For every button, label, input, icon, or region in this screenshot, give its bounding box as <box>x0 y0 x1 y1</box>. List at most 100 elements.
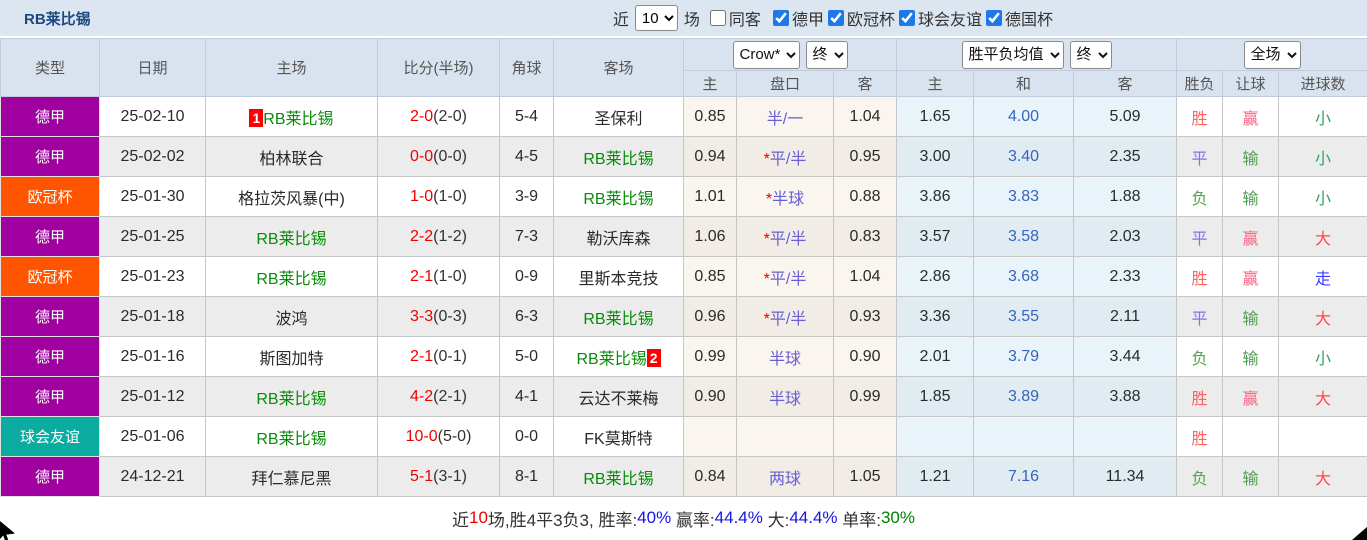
cell-avg-home <box>897 417 974 457</box>
cell-goals <box>1279 417 1367 457</box>
cell-away-team: RB莱比锡 <box>554 297 684 337</box>
cell-avg-home: 3.00 <box>897 137 974 177</box>
cell-avg-draw: 4.00 <box>974 97 1074 137</box>
score-fulltime: 2-0 <box>410 108 433 125</box>
avg-type-select[interactable]: 胜平负均值 <box>962 41 1064 69</box>
cell-competition-type: 欧冠杯 <box>1 177 100 217</box>
team-name: FK莫斯特 <box>584 431 652 448</box>
cell-score: 2-2(1-2) <box>378 217 500 257</box>
col-header-score: 比分(半场) <box>378 39 500 97</box>
summary-segment: 近 <box>452 506 469 531</box>
cell-avg-home: 1.85 <box>897 377 974 417</box>
filter-德甲: 德甲 <box>773 6 824 30</box>
cell-competition-type: 德甲 <box>1 217 100 257</box>
cell-competition-type: 德甲 <box>1 337 100 377</box>
cell-odds-away: 1.04 <box>834 97 897 137</box>
recent-count-select[interactable]: 10 <box>635 5 678 31</box>
handicap-value: 半球 <box>769 391 801 408</box>
handicap-value: 半/一 <box>767 111 803 128</box>
cell-corners: 5-0 <box>500 337 554 377</box>
cell-avg-away <box>1074 417 1177 457</box>
cell-result: 胜 <box>1177 377 1223 417</box>
subheader-odds-home: 主 <box>684 71 737 97</box>
cell-away-team: 圣保利 <box>554 97 684 137</box>
score-halftime: (5-0) <box>438 428 472 445</box>
filter-checkbox[interactable] <box>773 10 789 26</box>
cell-letgoal: 赢 <box>1223 377 1279 417</box>
filter-checkbox[interactable] <box>899 10 915 26</box>
score-halftime: (1-2) <box>433 228 467 245</box>
cell-competition-type: 德甲 <box>1 457 100 497</box>
filter-label: 球会友谊 <box>918 6 982 30</box>
odds-company-select[interactable]: Crow* <box>733 41 800 69</box>
summary-segment: 单率: <box>838 506 881 531</box>
cell-date: 25-01-23 <box>100 257 206 297</box>
score-halftime: (0-0) <box>433 148 467 165</box>
cell-date: 25-01-16 <box>100 337 206 377</box>
cell-odds-away: 0.88 <box>834 177 897 217</box>
cell-avg-away: 5.09 <box>1074 97 1177 137</box>
handicap-value: 两球 <box>769 471 801 488</box>
team-name: RB莱比锡 <box>256 231 326 248</box>
cell-score: 10-0(5-0) <box>378 417 500 457</box>
cell-result: 负 <box>1177 177 1223 217</box>
score-fulltime: 2-1 <box>410 348 433 365</box>
cell-home-team: 格拉茨风暴(中) <box>206 177 378 217</box>
cell-result: 平 <box>1177 217 1223 257</box>
fullmatch-select[interactable]: 全场 <box>1244 41 1301 69</box>
cell-goals: 大 <box>1279 297 1367 337</box>
cell-score: 0-0(0-0) <box>378 137 500 177</box>
subheader-odds-handicap: 盘口 <box>737 71 834 97</box>
cell-avg-home: 1.21 <box>897 457 974 497</box>
cell-home-team: 1RB莱比锡 <box>206 97 378 137</box>
cell-corners: 7-3 <box>500 217 554 257</box>
filter-list: 同客德甲欧冠杯球会友谊德国杯 <box>706 6 1053 31</box>
cell-handicap: *平/半 <box>737 217 834 257</box>
score-fulltime: 3-3 <box>410 308 433 325</box>
cell-result: 胜 <box>1177 417 1223 457</box>
cell-odds-away <box>834 417 897 457</box>
cell-avg-away: 3.44 <box>1074 337 1177 377</box>
match-history-page: RB莱比锡 近 10 场 同客德甲欧冠杯球会友谊德国杯 类型 日期 主场 比分(… <box>0 0 1367 540</box>
games-label: 场 <box>684 6 700 30</box>
cell-odds-home: 0.99 <box>684 337 737 377</box>
col-header-away: 客场 <box>554 39 684 97</box>
cell-avg-away: 2.03 <box>1074 217 1177 257</box>
cell-home-team: RB莱比锡 <box>206 257 378 297</box>
odds-final-select[interactable]: 终 <box>806 41 848 69</box>
cell-goals: 大 <box>1279 217 1367 257</box>
cell-handicap: 半球 <box>737 377 834 417</box>
filter-checkbox[interactable] <box>710 10 726 26</box>
cell-away-team: 勒沃库森 <box>554 217 684 257</box>
cell-handicap: 半球 <box>737 337 834 377</box>
cell-avg-home: 1.65 <box>897 97 974 137</box>
cell-odds-away: 0.83 <box>834 217 897 257</box>
cell-avg-draw: 3.55 <box>974 297 1074 337</box>
cell-result: 平 <box>1177 297 1223 337</box>
cell-date: 25-01-12 <box>100 377 206 417</box>
cell-handicap: *平/半 <box>737 297 834 337</box>
cell-letgoal <box>1223 417 1279 457</box>
filter-checkbox[interactable] <box>986 10 1002 26</box>
cell-handicap: 两球 <box>737 457 834 497</box>
cell-odds-home: 0.96 <box>684 297 737 337</box>
team-name: 拜仁慕尼黑 <box>251 471 331 488</box>
cell-avg-away: 2.33 <box>1074 257 1177 297</box>
filter-德国杯: 德国杯 <box>986 6 1053 30</box>
cell-away-team: RB莱比锡2 <box>554 337 684 377</box>
cell-score: 5-1(3-1) <box>378 457 500 497</box>
filter-label: 欧冠杯 <box>847 6 895 30</box>
team-name: 波鸿 <box>275 311 307 328</box>
table-row: 德甲25-01-16斯图加特2-1(0-1)5-0RB莱比锡20.99半球0.9… <box>1 337 1367 377</box>
cell-corners: 8-1 <box>500 457 554 497</box>
subheader-goals: 进球数 <box>1279 71 1367 97</box>
cell-goals: 小 <box>1279 177 1367 217</box>
summary-segment: 30% <box>881 508 915 528</box>
cell-avg-home: 3.86 <box>897 177 974 217</box>
team-name: 圣保利 <box>594 111 642 128</box>
avg-final-select[interactable]: 终 <box>1070 41 1112 69</box>
cell-date: 25-02-02 <box>100 137 206 177</box>
filter-checkbox[interactable] <box>828 10 844 26</box>
rank-badge: 2 <box>647 349 661 367</box>
col-header-corner: 角球 <box>500 39 554 97</box>
